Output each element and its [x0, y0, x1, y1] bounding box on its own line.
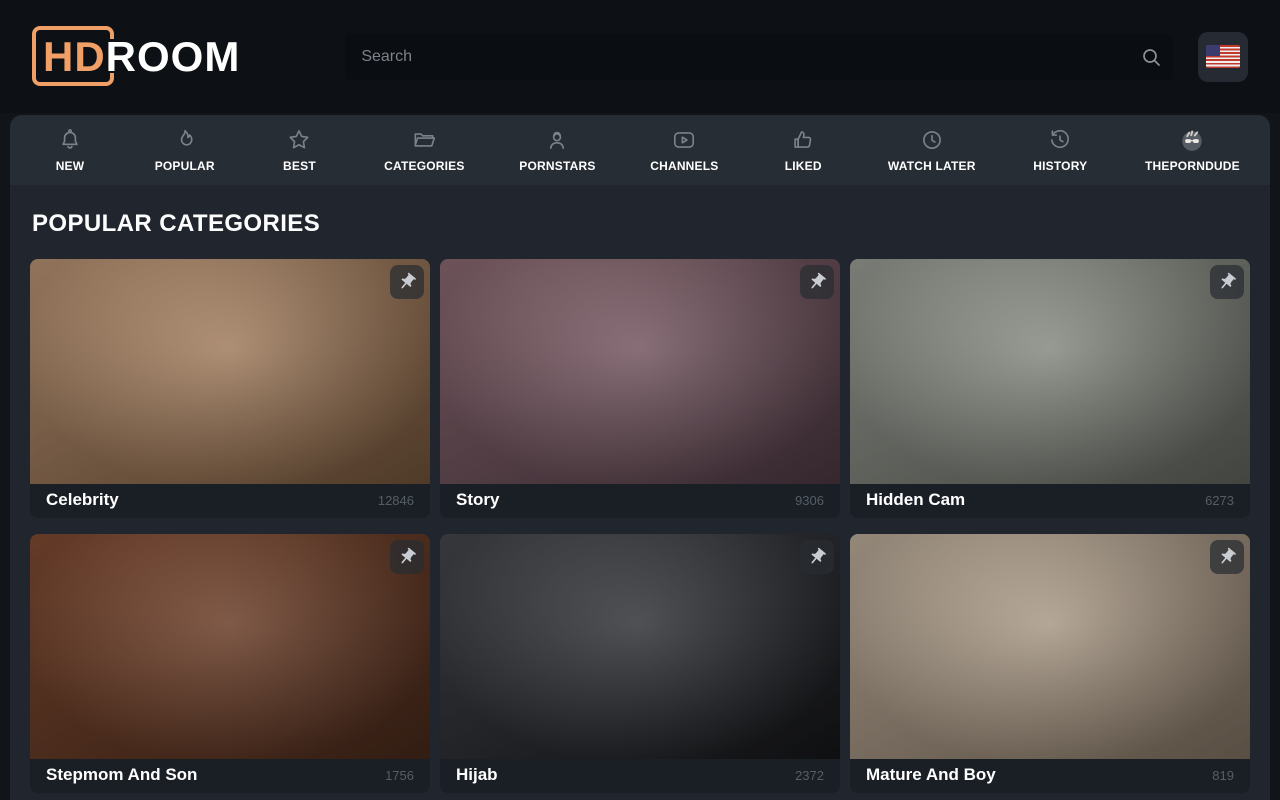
category-count: 819 — [1212, 768, 1234, 783]
logo-text-room: ROOM — [106, 33, 241, 80]
category-thumbnail-placeholder — [30, 259, 430, 484]
search-bar — [345, 34, 1173, 80]
category-count: 1756 — [385, 768, 414, 783]
us-flag-icon — [1206, 45, 1240, 68]
nav-item-categories[interactable]: CATEGORIES — [384, 127, 464, 173]
category-card[interactable]: Story 9306 — [440, 259, 840, 518]
category-thumbnail-placeholder — [440, 534, 840, 759]
folder-icon — [411, 127, 437, 153]
pin-button[interactable] — [800, 265, 834, 299]
nav-item-theporndude[interactable]: THEPORNDUDE — [1145, 127, 1240, 173]
nav-item-label: BEST — [283, 159, 316, 173]
category-thumbnail-placeholder — [440, 259, 840, 484]
category-thumbnail-placeholder — [850, 534, 1250, 759]
category-count: 2372 — [795, 768, 824, 783]
search-icon[interactable] — [1129, 45, 1173, 69]
nav-item-liked[interactable]: LIKED — [773, 127, 833, 173]
main-panel: NEW POPULAR BEST — [10, 115, 1270, 800]
nav-item-label: WATCH LATER — [888, 159, 976, 173]
category-card[interactable]: Hidden Cam 6273 — [850, 259, 1250, 518]
category-title: Mature And Boy — [866, 765, 996, 785]
play-screen-icon — [671, 127, 697, 153]
category-count: 6273 — [1205, 493, 1234, 508]
language-selector[interactable] — [1198, 32, 1248, 82]
nav-item-label: CATEGORIES — [384, 159, 464, 173]
site-logo[interactable]: HDROOM — [32, 25, 240, 89]
category-card[interactable]: Celebrity 12846 — [30, 259, 430, 518]
nav-item-label: NEW — [56, 159, 85, 173]
category-title: Stepmom And Son — [46, 765, 197, 785]
pin-button[interactable] — [1210, 265, 1244, 299]
bell-icon — [57, 127, 83, 153]
nav-item-channels[interactable]: CHANNELS — [650, 127, 718, 173]
nav-item-popular[interactable]: POPULAR — [155, 127, 215, 173]
nav-item-label: POPULAR — [155, 159, 215, 173]
site-header: HDROOM — [0, 0, 1280, 113]
nav-item-new[interactable]: NEW — [40, 127, 100, 173]
nav-item-watch-later[interactable]: WATCH LATER — [888, 127, 976, 173]
flame-icon — [172, 127, 198, 153]
nav-item-label: LIKED — [785, 159, 822, 173]
nav-item-label: THEPORNDUDE — [1145, 159, 1240, 173]
page-title: POPULAR CATEGORIES — [10, 210, 1270, 238]
category-count: 12846 — [378, 493, 414, 508]
category-count: 9306 — [795, 493, 824, 508]
logo-text-hd: HD — [43, 33, 106, 80]
pin-button[interactable] — [390, 540, 424, 574]
star-icon — [286, 127, 312, 153]
category-title: Story — [456, 490, 499, 510]
category-thumbnail-placeholder — [30, 534, 430, 759]
nav-item-best[interactable]: BEST — [269, 127, 329, 173]
search-input[interactable] — [345, 48, 1129, 66]
nav-item-label: CHANNELS — [650, 159, 718, 173]
theporndude-icon — [1179, 127, 1205, 153]
logo-text: HDROOM — [43, 36, 240, 78]
category-thumbnail-placeholder — [850, 259, 1250, 484]
category-card[interactable]: Hijab 2372 — [440, 534, 840, 793]
pin-button[interactable] — [390, 265, 424, 299]
category-title: Celebrity — [46, 490, 119, 510]
clock-icon — [919, 127, 945, 153]
category-title: Hidden Cam — [866, 490, 965, 510]
nav-item-label: PORNSTARS — [519, 159, 595, 173]
nav-item-label: HISTORY — [1033, 159, 1087, 173]
category-grid: Celebrity 12846 Story 9306 — [10, 259, 1270, 793]
category-card[interactable]: Mature And Boy 819 — [850, 534, 1250, 793]
nav-item-history[interactable]: HISTORY — [1030, 127, 1090, 173]
category-title: Hijab — [456, 765, 498, 785]
nav-item-pornstars[interactable]: PORNSTARS — [519, 127, 595, 173]
pin-button[interactable] — [1210, 540, 1244, 574]
pin-button[interactable] — [800, 540, 834, 574]
history-icon — [1047, 127, 1073, 153]
main-nav: NEW POPULAR BEST — [10, 115, 1270, 185]
thumbs-up-icon — [790, 127, 816, 153]
category-card[interactable]: Stepmom And Son 1756 — [30, 534, 430, 793]
person-icon — [544, 127, 570, 153]
